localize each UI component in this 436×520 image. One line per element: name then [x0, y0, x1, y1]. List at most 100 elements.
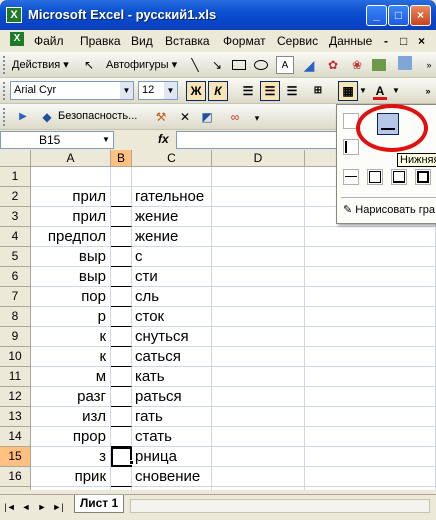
cell-d[interactable]: [212, 187, 305, 207]
cell-e[interactable]: [305, 307, 436, 327]
row-header[interactable]: 17: [0, 487, 31, 490]
cell-d[interactable]: [212, 227, 305, 247]
cell-b[interactable]: [111, 487, 132, 490]
row-header[interactable]: 6: [0, 267, 31, 287]
tools-icon[interactable]: ✕: [176, 108, 194, 126]
thick-box-border-option[interactable]: [391, 169, 407, 185]
security-button[interactable]: Безопасность...: [58, 110, 137, 122]
cell-e[interactable]: [305, 447, 436, 467]
row-header[interactable]: 12: [0, 387, 31, 407]
cell-a[interactable]: к: [31, 347, 111, 367]
cell-c[interactable]: жение: [132, 207, 212, 227]
minimize-button[interactable]: _: [366, 5, 387, 26]
cell-c[interactable]: [132, 167, 212, 187]
doc-minimize-button[interactable]: -: [384, 34, 388, 48]
prev-sheet-button[interactable]: ◄: [20, 500, 32, 514]
cell-e[interactable]: [305, 227, 436, 247]
cell-a[interactable]: [31, 487, 111, 490]
cell-b[interactable]: [111, 427, 132, 447]
row-header[interactable]: 1: [0, 167, 31, 187]
toolbar-grip[interactable]: [3, 56, 6, 74]
wordart-icon[interactable]: ◢: [300, 56, 318, 74]
doc-restore-button[interactable]: □: [400, 34, 407, 48]
doc-close-button[interactable]: ×: [418, 34, 425, 48]
select-pointer-icon[interactable]: ↖: [80, 56, 98, 74]
cell-a[interactable]: разг: [31, 387, 111, 407]
cell-b[interactable]: [111, 287, 132, 307]
close-button[interactable]: ×: [410, 5, 431, 26]
cell-e[interactable]: [305, 407, 436, 427]
cell-c[interactable]: рница: [132, 447, 212, 467]
cell-c[interactable]: раться: [132, 387, 212, 407]
cell-b[interactable]: [111, 207, 132, 227]
cell-c[interactable]: сновение: [132, 467, 212, 487]
cell-b[interactable]: [111, 227, 132, 247]
cell-b[interactable]: [111, 167, 132, 187]
cell-b[interactable]: [111, 267, 132, 287]
3d-icon[interactable]: [398, 56, 412, 70]
thick-outside-border-option[interactable]: [415, 169, 431, 185]
cell-e[interactable]: [305, 247, 436, 267]
cell-d[interactable]: [212, 287, 305, 307]
menu-view[interactable]: Вид: [131, 34, 153, 48]
menu-format[interactable]: Формат: [223, 34, 266, 48]
row-header[interactable]: 14: [0, 427, 31, 447]
cell-e[interactable]: [305, 367, 436, 387]
cell-b[interactable]: [111, 307, 132, 327]
cell-c[interactable]: [132, 487, 212, 490]
borders-button[interactable]: ▦: [338, 81, 358, 101]
cell-e[interactable]: [305, 427, 436, 447]
cell-d[interactable]: [212, 367, 305, 387]
row-header[interactable]: 16: [0, 467, 31, 487]
cell-a[interactable]: предпол: [31, 227, 111, 247]
cell-d[interactable]: [212, 207, 305, 227]
cell-c[interactable]: сль: [132, 287, 212, 307]
row-header[interactable]: 9: [0, 327, 31, 347]
chain-icon[interactable]: ∞: [226, 108, 244, 126]
cell-e[interactable]: [305, 267, 436, 287]
row-header[interactable]: 10: [0, 347, 31, 367]
row-header[interactable]: 15: [0, 447, 31, 467]
cell-d[interactable]: [212, 387, 305, 407]
cell-c[interactable]: гать: [132, 407, 212, 427]
toolbar-options-icon[interactable]: »: [418, 81, 436, 101]
font-name-combo[interactable]: Arial Cyr ▼: [10, 81, 134, 100]
autoshapes-menu[interactable]: Автофигуры ▾: [106, 58, 177, 71]
control-toolbox-icon[interactable]: ⚒: [152, 108, 170, 126]
chevron-down-icon[interactable]: ▼: [99, 132, 113, 148]
cell-d[interactable]: [212, 347, 305, 367]
toolbar-grip[interactable]: [3, 82, 6, 100]
font-color-button[interactable]: A: [370, 81, 390, 101]
chevron-down-icon[interactable]: ▼: [164, 82, 177, 99]
cell-a[interactable]: к: [31, 327, 111, 347]
align-center-icon[interactable]: ☰: [260, 81, 280, 101]
shield-icon[interactable]: ◆: [38, 108, 56, 126]
cell-c[interactable]: саться: [132, 347, 212, 367]
cell-c[interactable]: стать: [132, 427, 212, 447]
cell-a[interactable]: [31, 167, 111, 187]
row-header[interactable]: 11: [0, 367, 31, 387]
cell-a[interactable]: прор: [31, 427, 111, 447]
cell-d[interactable]: [212, 487, 305, 490]
cell-d[interactable]: [212, 447, 305, 467]
cell-b[interactable]: [111, 347, 132, 367]
menu-data[interactable]: Данные: [329, 34, 372, 48]
cell-a[interactable]: выр: [31, 267, 111, 287]
play-icon[interactable]: ▶: [14, 108, 32, 126]
column-header-a[interactable]: A: [31, 150, 111, 167]
cell-d[interactable]: [212, 427, 305, 447]
font-size-combo[interactable]: 12 ▼: [138, 81, 178, 100]
cell-b[interactable]: [111, 467, 132, 487]
cell-a[interactable]: прик: [31, 467, 111, 487]
column-header-b[interactable]: B: [111, 150, 132, 167]
clipart-icon[interactable]: ❀: [348, 56, 366, 74]
cell-c[interactable]: кать: [132, 367, 212, 387]
line-icon[interactable]: ╲: [186, 56, 204, 74]
cell-a[interactable]: з: [31, 447, 111, 467]
outside-borders-option[interactable]: [367, 169, 383, 185]
cell-d[interactable]: [212, 167, 305, 187]
fill-handle[interactable]: [129, 460, 134, 465]
cell-d[interactable]: [212, 267, 305, 287]
cell-e[interactable]: [305, 347, 436, 367]
cell-a[interactable]: пор: [31, 287, 111, 307]
